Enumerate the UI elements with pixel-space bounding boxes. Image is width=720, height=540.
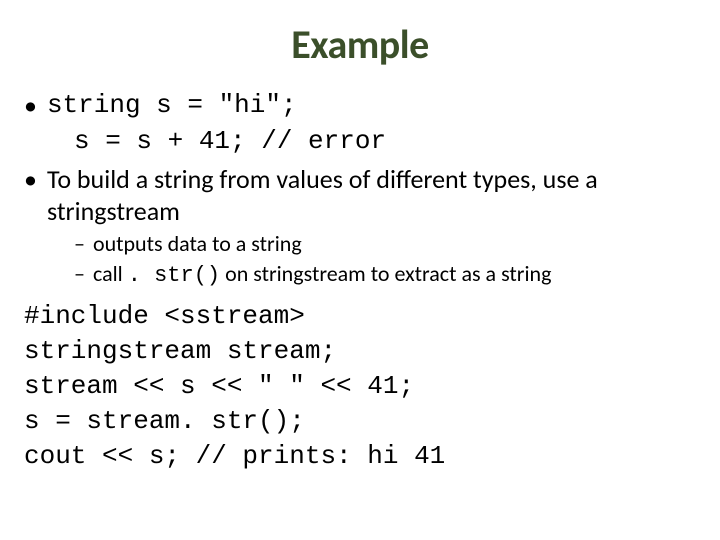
- code-line: #include <sstream>: [24, 299, 696, 334]
- sub-2-code: . str(): [128, 263, 220, 288]
- code-line: stringstream stream;: [24, 334, 696, 369]
- bullet-dot: •: [24, 89, 37, 123]
- sub-2-a: call: [93, 260, 128, 287]
- bullet-2-text: To build a string from values of differe…: [47, 163, 696, 228]
- code-line: stream << s << " " << 41;: [24, 369, 696, 404]
- bullet-1-sub: s = s + 41; // error: [24, 125, 696, 159]
- slide-title: Example: [24, 20, 696, 69]
- code-block: #include <sstream> stringstream stream; …: [24, 299, 696, 474]
- sub-2: – call . str() on stringstream to extrac…: [24, 260, 696, 291]
- bullet-dot: •: [24, 163, 37, 197]
- bullet-1: • string s = "hi";: [24, 89, 696, 123]
- dash-icon: –: [74, 260, 85, 289]
- bullet-1-text: string s = "hi";: [47, 89, 297, 122]
- sub-2-text: call . str() on stringstream to extract …: [93, 260, 551, 291]
- code-line: cout << s; // prints: hi 41: [24, 439, 696, 474]
- code-line: s = stream. str();: [24, 404, 696, 439]
- dash-icon: –: [74, 230, 85, 259]
- sub-2-b: on stringstream to extract as a string: [220, 260, 551, 287]
- sub-1: – outputs data to a string: [24, 230, 696, 259]
- bullet-2: • To build a string from values of diffe…: [24, 163, 696, 228]
- sub-1-text: outputs data to a string: [93, 230, 302, 259]
